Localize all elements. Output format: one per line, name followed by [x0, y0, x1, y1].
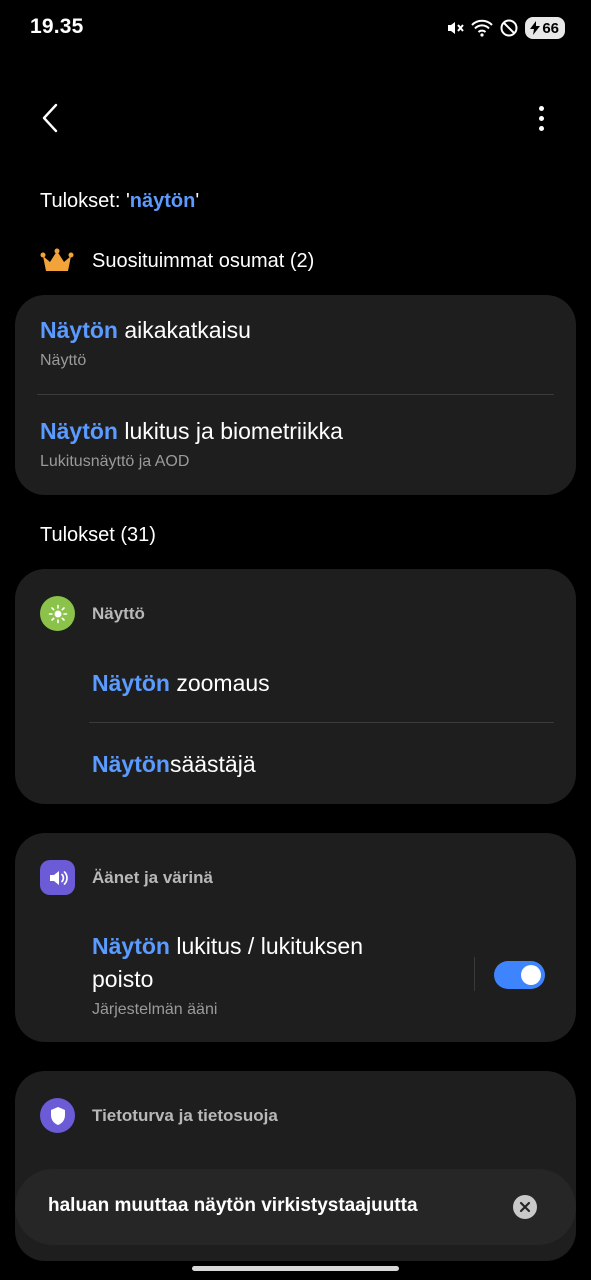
more-dot-icon [538, 125, 544, 131]
category-header: Näyttö [40, 596, 145, 631]
top-match-item[interactable]: Näytön lukitus ja biometriikka Lukitusnä… [40, 418, 560, 488]
more-dot-icon [538, 115, 544, 121]
crown-icon [40, 248, 74, 271]
match-rest: zoomaus [169, 670, 270, 696]
match-rest: lukitus / lukituksen [169, 933, 363, 959]
top-match-title: Näytön aikakatkaisu [40, 317, 560, 344]
battery-indicator: 66 [525, 17, 565, 39]
status-icons: 66 [445, 16, 565, 40]
results-group-display: Näyttö Näytön zoomaus Näytönsäästäjä [15, 569, 576, 804]
results-count-label: Tulokset (31) [40, 524, 156, 546]
top-matches-card: Näytön aikakatkaisu Näyttö Näytön lukitu… [15, 295, 576, 495]
result-subtitle: Järjestelmän ääni [92, 1001, 218, 1018]
results-query: näytön [129, 190, 196, 212]
toggle-knob [521, 965, 541, 985]
toggle-separator [474, 957, 475, 991]
match-rest: säästäjä [169, 751, 256, 777]
do-not-disturb-icon [500, 19, 518, 37]
battery-level: 66 [542, 19, 559, 37]
shield-icon [40, 1098, 75, 1133]
top-match-subtitle: Näyttö [40, 352, 87, 369]
category-header: Tietoturva ja tietosuoja [40, 1098, 278, 1133]
clear-search-button[interactable] [513, 1195, 537, 1219]
search-bar[interactable]: haluan muuttaa näytön virkistystaajuutta [15, 1169, 576, 1245]
back-button[interactable] [36, 98, 64, 138]
wifi-icon [471, 19, 494, 37]
category-label: Tietoturva ja tietosuoja [92, 1105, 278, 1125]
results-suffix: ' [195, 190, 200, 212]
result-title: Näytön lukitus / lukituksen poisto [92, 930, 472, 996]
close-icon [519, 1201, 531, 1213]
top-match-subtitle: Lukitusnäyttö ja AOD [40, 453, 190, 470]
result-item[interactable]: Näytön lukitus / lukituksen poisto Järjes… [92, 930, 472, 1019]
category-label: Näyttö [92, 603, 145, 623]
divider [89, 722, 554, 723]
match-highlight: Näytön [40, 418, 118, 444]
match-rest: lukitus ja biometriikka [117, 418, 343, 444]
category-header: Äänet ja värinä [40, 860, 213, 895]
match-highlight: Näytön [92, 751, 170, 777]
match-highlight: Näytön [92, 933, 170, 959]
mute-icon [448, 22, 465, 34]
navigation-handle[interactable] [192, 1266, 399, 1271]
results-group-sounds: Äänet ja värinä Näytön lukitus / lukituk… [15, 833, 576, 1042]
top-matches-header: Suosituimmat osumat (2) [40, 248, 314, 274]
result-item[interactable]: Näytön zoomaus [92, 670, 552, 697]
results-query-title: Tulokset: 'näytön' [40, 190, 199, 213]
more-options-button[interactable] [531, 100, 551, 136]
match-rest: aikakatkaisu [117, 317, 251, 343]
category-label: Äänet ja värinä [92, 867, 213, 887]
top-match-item[interactable]: Näytön aikakatkaisu Näyttö [40, 317, 560, 387]
match-rest-line2: poisto [92, 966, 154, 992]
results-prefix: Tulokset: ' [40, 190, 130, 212]
result-item[interactable]: Näytönsäästäjä [92, 751, 552, 778]
sound-icon [40, 860, 75, 895]
more-dot-icon [538, 105, 544, 111]
back-arrow-icon [42, 103, 58, 133]
top-match-title: Näytön lukitus ja biometriikka [40, 418, 560, 445]
status-bar: 19.35 66 [0, 0, 591, 56]
top-matches-label: Suosituimmat osumat (2) [92, 249, 315, 272]
display-icon [40, 596, 75, 631]
screen-lock-sound-toggle[interactable] [494, 961, 545, 989]
charging-icon [530, 21, 541, 35]
match-highlight: Näytön [92, 670, 170, 696]
match-highlight: Näytön [40, 317, 118, 343]
divider [37, 394, 554, 395]
search-input[interactable]: haluan muuttaa näytön virkistystaajuutta [48, 1195, 418, 1217]
status-time: 19.35 [30, 15, 84, 38]
app-bar [0, 90, 591, 146]
